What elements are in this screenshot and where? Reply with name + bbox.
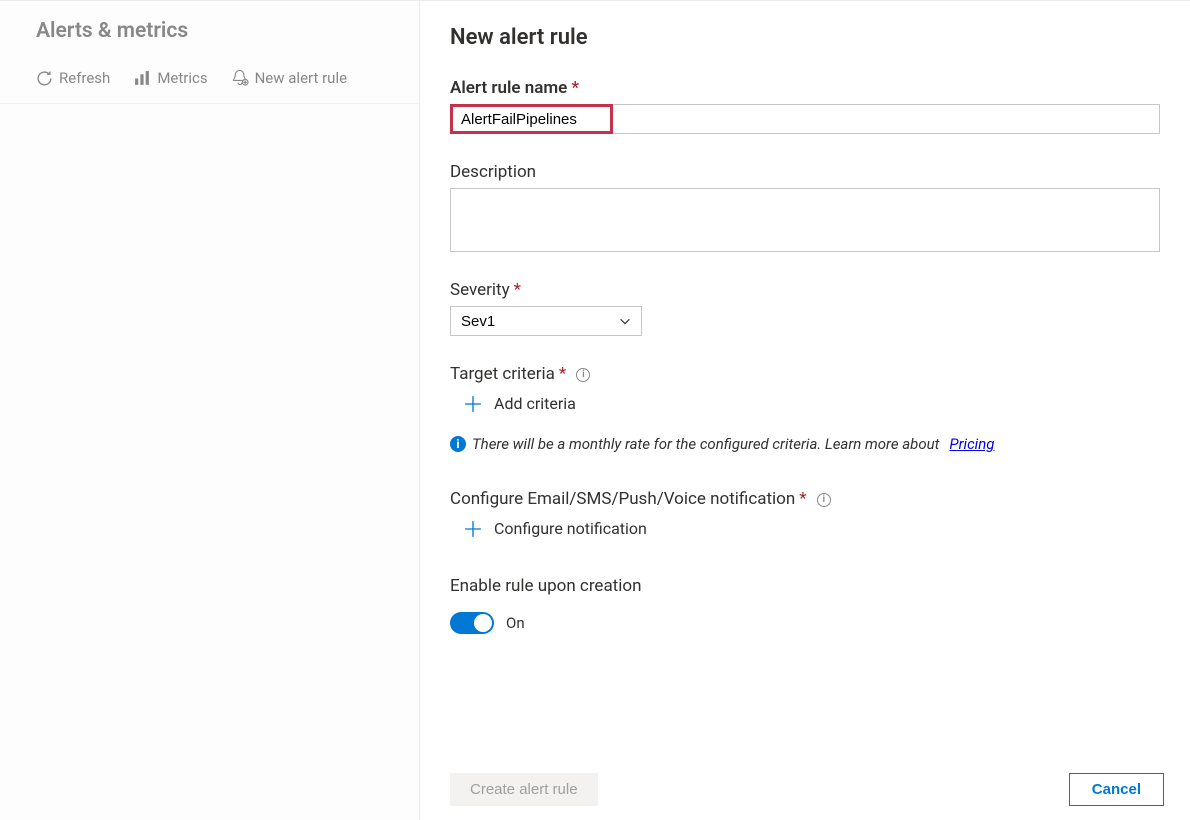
create-alert-rule-button[interactable]: Create alert rule <box>450 773 598 806</box>
sidebar-actions: Refresh Metrics New alert rule <box>0 55 419 104</box>
required-marker: * <box>571 78 579 98</box>
alert-name-label: Alert rule name* <box>450 78 1170 98</box>
plus-icon <box>464 520 482 538</box>
target-criteria-section: Target criteria* i Add criteria i There … <box>450 364 1170 477</box>
sidebar-title: Alerts & metrics <box>0 1 419 55</box>
pricing-info: i There will be a monthly rate for the c… <box>450 435 1170 453</box>
info-icon[interactable]: i <box>817 493 831 507</box>
info-icon[interactable]: i <box>576 368 590 382</box>
enable-rule-state: On <box>506 614 525 632</box>
add-criteria-button[interactable]: Add criteria <box>450 384 1170 423</box>
alert-name-input[interactable] <box>450 104 613 134</box>
cancel-button[interactable]: Cancel <box>1069 773 1164 806</box>
configure-notification-button[interactable]: Configure notification <box>450 509 1170 548</box>
new-alert-rule-button[interactable]: New alert rule <box>224 65 355 91</box>
severity-field: Severity* Sev1 <box>450 280 1170 336</box>
sidebar: Alerts & metrics Refresh Metrics New ale… <box>0 1 420 820</box>
description-input[interactable] <box>450 188 1160 252</box>
footer: Create alert rule Cancel <box>450 761 1170 820</box>
notification-section: Configure Email/SMS/Push/Voice notificat… <box>450 489 1170 548</box>
required-marker: * <box>514 280 521 300</box>
main-panel: New alert rule Alert rule name* Descript… <box>420 1 1190 820</box>
plus-icon <box>464 395 482 413</box>
panel-title: New alert rule <box>450 25 1170 50</box>
new-alert-rule-button-label: New alert rule <box>255 69 347 87</box>
enable-rule-toggle[interactable] <box>450 612 494 634</box>
metrics-button[interactable]: Metrics <box>126 65 215 91</box>
pricing-link[interactable]: Pricing <box>949 435 994 453</box>
metrics-button-label: Metrics <box>157 69 207 87</box>
required-marker: * <box>799 489 806 509</box>
new-alert-rule-icon <box>232 70 249 87</box>
severity-select[interactable]: Sev1 <box>450 306 642 336</box>
severity-label: Severity* <box>450 280 1170 300</box>
target-criteria-label: Target criteria* i <box>450 364 1170 384</box>
info-circle-icon: i <box>450 436 466 452</box>
configure-notification-label: Configure notification <box>494 519 647 538</box>
toggle-knob <box>474 614 492 632</box>
enable-rule-section: Enable rule upon creation On <box>450 576 1170 634</box>
description-label: Description <box>450 162 1170 182</box>
refresh-icon <box>36 70 53 87</box>
add-criteria-label: Add criteria <box>494 394 576 413</box>
refresh-button[interactable]: Refresh <box>28 65 118 91</box>
required-marker: * <box>559 364 566 384</box>
refresh-button-label: Refresh <box>59 69 110 87</box>
alert-name-field: Alert rule name* <box>450 78 1170 134</box>
metrics-icon <box>134 70 151 87</box>
pricing-info-text: There will be a monthly rate for the con… <box>472 435 939 453</box>
alert-name-input-extend[interactable] <box>613 104 1160 134</box>
notification-label: Configure Email/SMS/Push/Voice notificat… <box>450 489 1170 509</box>
description-field: Description <box>450 162 1170 252</box>
enable-rule-label: Enable rule upon creation <box>450 576 1170 596</box>
